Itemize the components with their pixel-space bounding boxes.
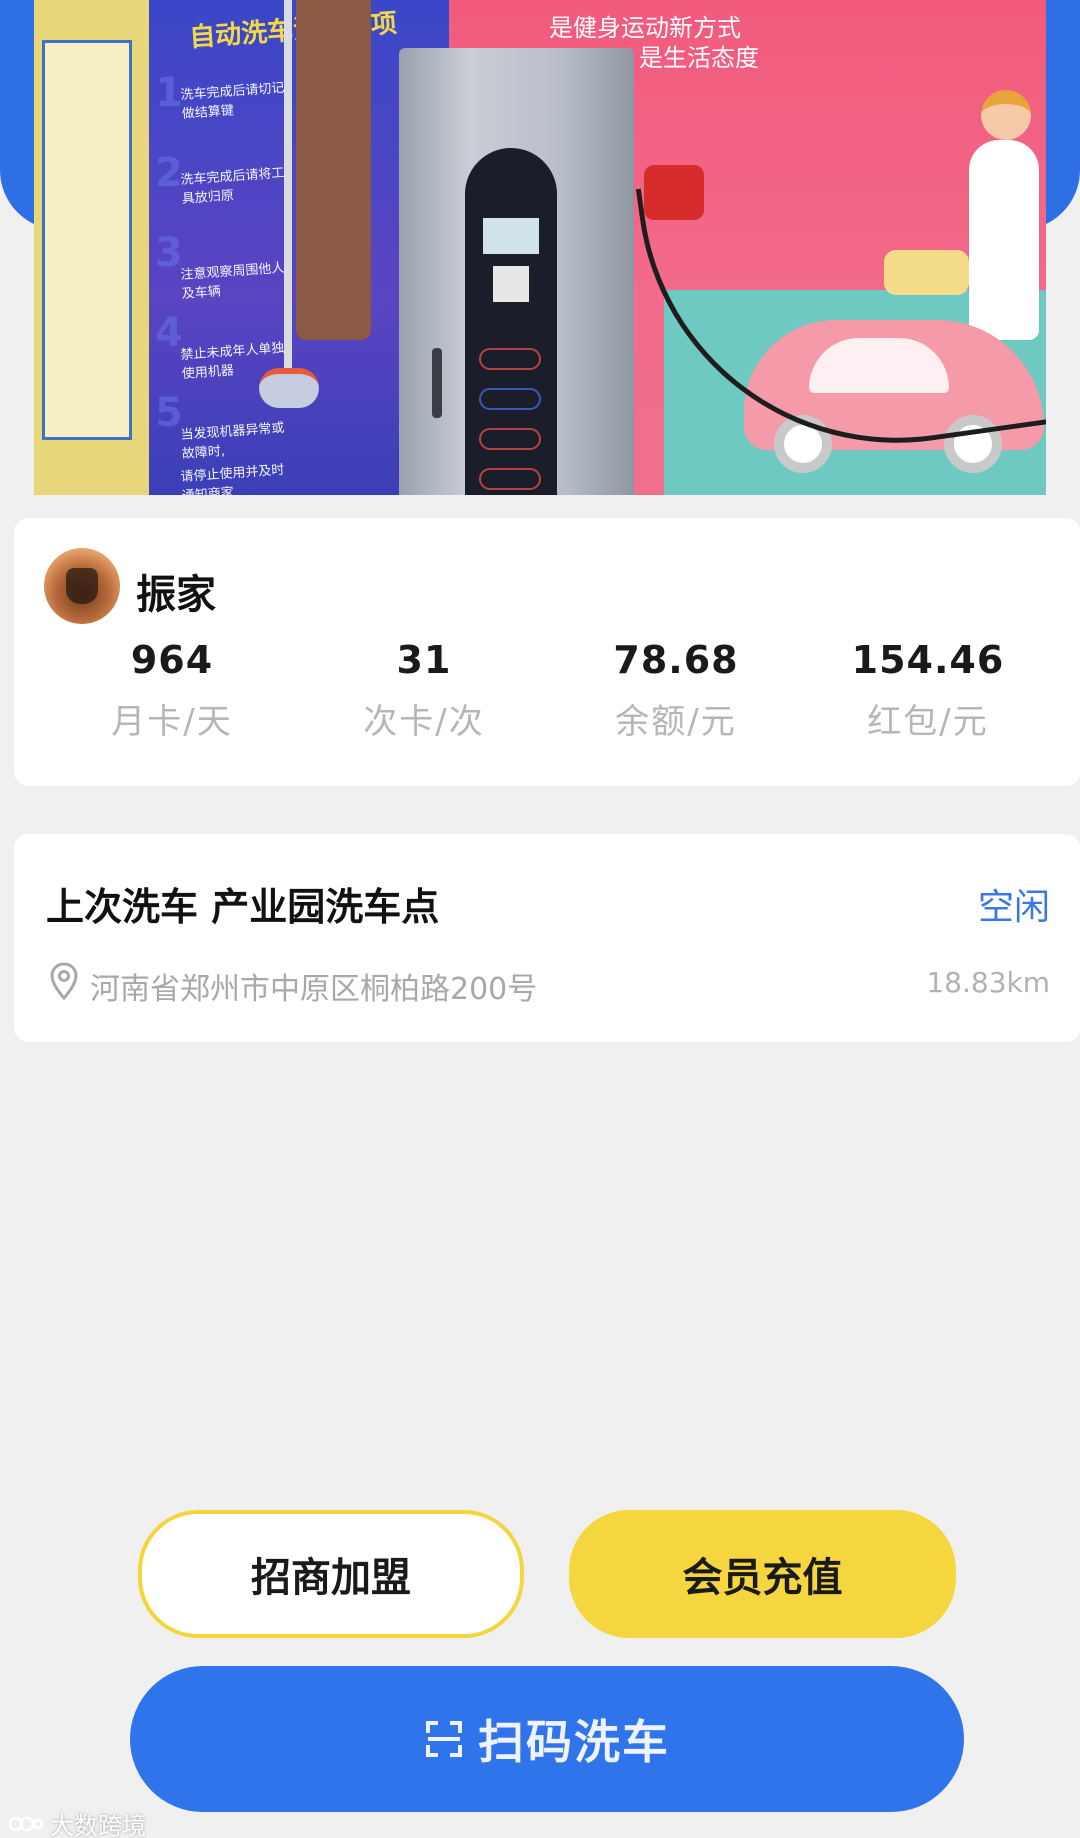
last-wash-title: 上次洗车 产业园洗车点 bbox=[46, 885, 440, 929]
scan-icon bbox=[426, 1721, 462, 1757]
sign-line: 当发现机器异常或故障时, bbox=[180, 420, 285, 462]
scan-wash-button[interactable]: 扫码洗车 bbox=[130, 1666, 964, 1812]
station-distance: 18.83km bbox=[926, 966, 1050, 999]
watermark-logo-icon bbox=[8, 1816, 44, 1831]
recharge-button[interactable]: 会员充值 bbox=[569, 1510, 956, 1638]
stat-value: 154.46 bbox=[851, 638, 1005, 682]
scan-wash-label: 扫码洗车 bbox=[478, 1715, 670, 1769]
stat-value: 31 bbox=[396, 638, 452, 682]
stat-label: 月卡/天 bbox=[111, 702, 233, 742]
sign-line: 请停止使用并及时通知商家 bbox=[180, 462, 285, 495]
stat-red-packet[interactable]: 154.46 红包/元 bbox=[802, 638, 1054, 758]
franchise-button[interactable]: 招商加盟 bbox=[138, 1510, 524, 1638]
sign-line: 洗车完成后请将工具放归原 bbox=[180, 165, 285, 207]
nozzle-illustration bbox=[644, 165, 704, 220]
sign-number: 4 bbox=[155, 310, 183, 356]
car-wash-machine-illustration bbox=[399, 48, 634, 495]
promo-banner[interactable]: 自动洗车注意事项 1 洗车完成后请切记做结算键 2 洗车完成后请将工具放归原 3… bbox=[34, 0, 1046, 495]
mop-head-illustration bbox=[259, 368, 319, 408]
stat-monthly-card[interactable]: 964 月卡/天 bbox=[46, 638, 298, 758]
sign-line: 注意观察周围他人及车辆 bbox=[180, 260, 285, 302]
stat-balance[interactable]: 78.68 余额/元 bbox=[550, 638, 802, 758]
account-stats: 964 月卡/天 31 次卡/次 78.68 余额/元 154.46 红包/元 bbox=[14, 638, 1080, 758]
banner-poster bbox=[42, 40, 132, 440]
station-status-badge: 空闲 bbox=[977, 887, 1050, 928]
sign-number: 2 bbox=[155, 150, 183, 196]
stat-value: 964 bbox=[130, 638, 214, 682]
sign-number: 5 bbox=[155, 390, 183, 436]
stat-label: 余额/元 bbox=[615, 702, 737, 742]
last-wash-card[interactable]: 上次洗车 产业园洗车点 空闲 河南省郑州市中原区桐柏路200号 18.83km bbox=[14, 834, 1080, 1042]
avatar[interactable] bbox=[44, 548, 120, 624]
stat-label: 次卡/次 bbox=[363, 702, 485, 742]
sign-number: 3 bbox=[155, 230, 183, 276]
user-name: 振家 bbox=[136, 572, 216, 618]
station-address: 河南省郑州市中原区桐柏路200号 bbox=[90, 972, 538, 1007]
location-pin-icon bbox=[50, 962, 78, 1000]
sign-line: 洗车完成后请切记做结算键 bbox=[180, 80, 285, 122]
watermark-text: 大数跨境 bbox=[50, 1812, 146, 1838]
stat-label: 红包/元 bbox=[867, 702, 989, 742]
watermark: 大数跨境 bbox=[8, 1806, 146, 1838]
user-info-card: 振家 964 月卡/天 31 次卡/次 78.68 余额/元 154.46 红包… bbox=[14, 518, 1080, 786]
mop-illustration bbox=[284, 0, 292, 380]
towel-illustration bbox=[296, 0, 371, 340]
stat-times-card[interactable]: 31 次卡/次 bbox=[298, 638, 550, 758]
sign-number: 1 bbox=[155, 70, 183, 116]
stat-value: 78.68 bbox=[613, 638, 739, 682]
banner-slogan: 是生活态度 bbox=[639, 44, 759, 72]
